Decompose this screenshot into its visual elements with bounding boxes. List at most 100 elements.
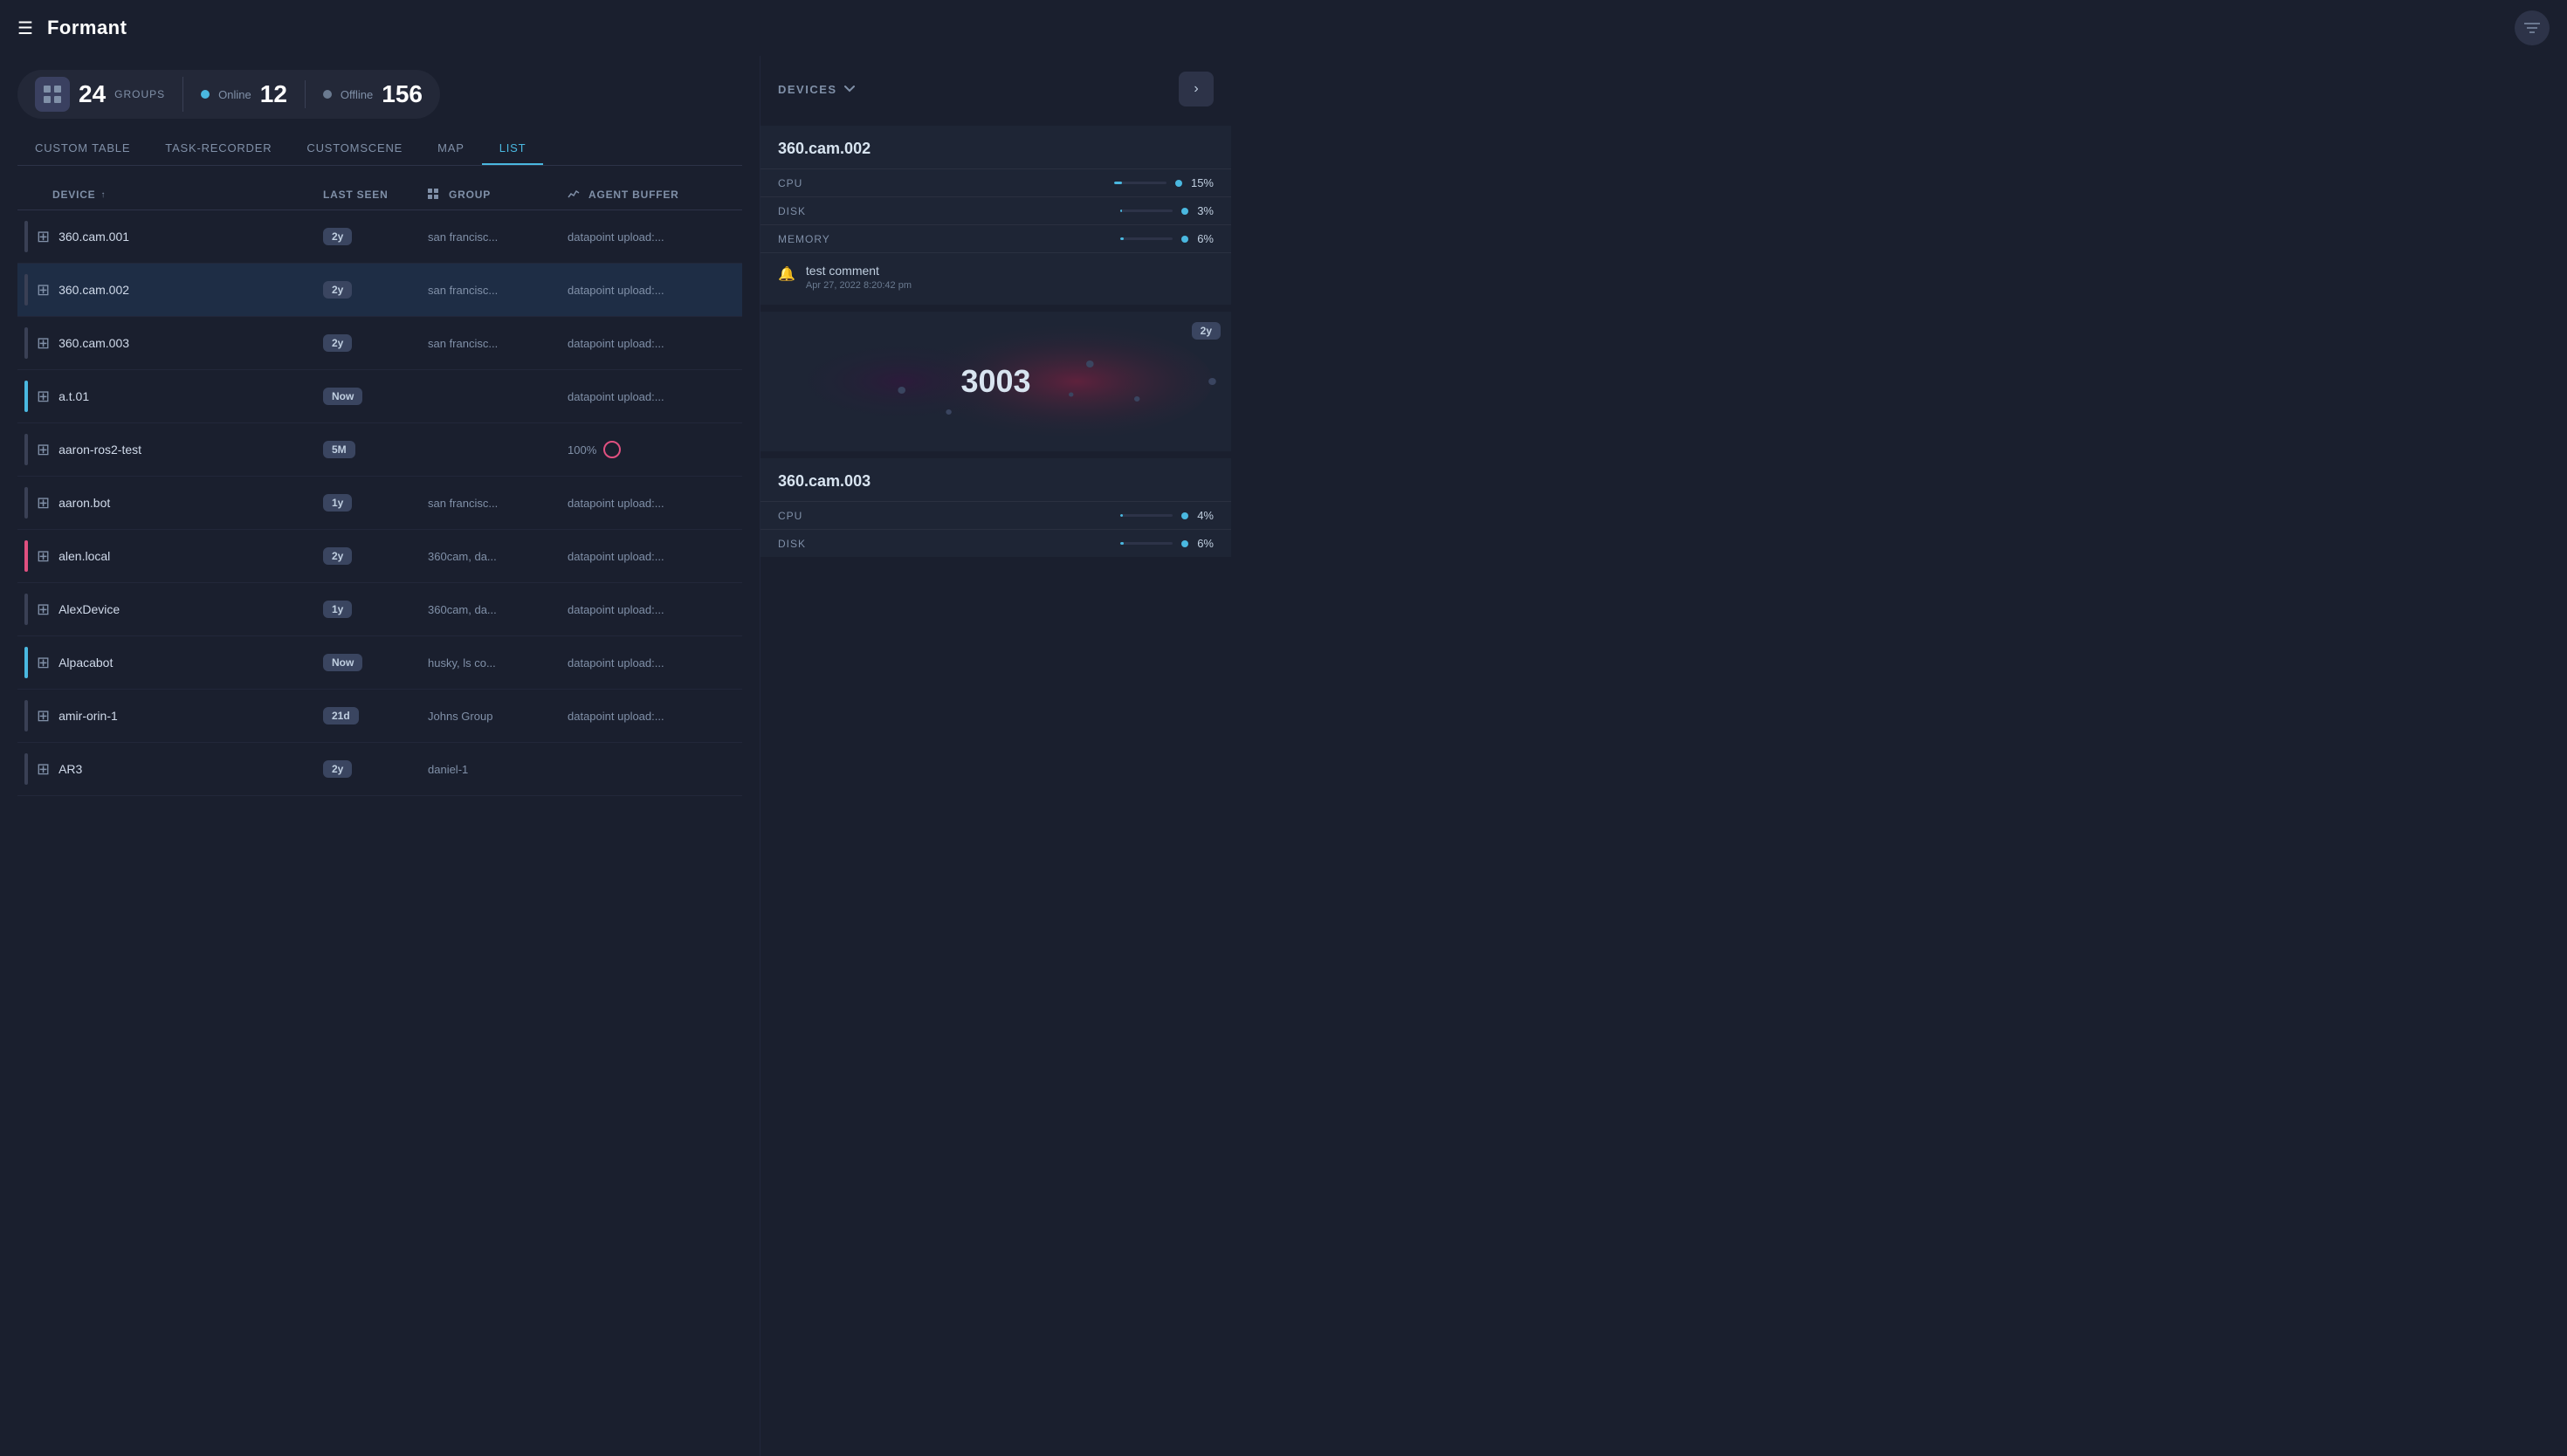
device-name-cell: ⊞ aaron.bot <box>17 487 323 519</box>
stat-bar-container: 15% <box>1114 176 1214 189</box>
tab-customscene[interactable]: CUSTOMSCENE <box>289 133 420 165</box>
device-name-cell: ⊞ aaron-ros2-test <box>17 434 323 465</box>
device-label: 360.cam.003 <box>58 336 129 350</box>
tab-list[interactable]: LIST <box>482 133 544 165</box>
stat-name-disk: DISK <box>778 538 806 550</box>
tabs: CUSTOM TABLE TASK-RECORDER CUSTOMSCENE M… <box>17 133 742 166</box>
table-row[interactable]: ⊞ Alpacabot Now husky, ls co... datapoin… <box>17 636 742 690</box>
disk-value: 3% <box>1197 204 1214 217</box>
stat-bar-container: 3% <box>1120 204 1214 217</box>
agent-cell: datapoint upload:... <box>568 550 742 563</box>
row-indicator <box>24 753 28 785</box>
badge: 2y <box>323 281 352 299</box>
table-row[interactable]: ⊞ 360.cam.001 2y san francisc... datapoi… <box>17 210 742 264</box>
agent-cell: datapoint upload:... <box>568 337 742 350</box>
table-row[interactable]: ⊞ AR3 2y daniel-1 <box>17 743 742 796</box>
stats-bar: 24 GROUPS Online 12 Offline 156 <box>17 70 440 119</box>
devices-header: DEVICES › <box>760 56 1231 122</box>
row-indicator <box>24 647 28 678</box>
table-row[interactable]: ⊞ AlexDevice 1y 360cam, da... datapoint … <box>17 583 742 636</box>
badge: 2y <box>323 334 352 352</box>
memory-dot <box>1181 236 1188 243</box>
device-icon: ⊞ <box>37 707 50 725</box>
cpu-value: 4% <box>1197 509 1214 522</box>
device-icon: ⊞ <box>37 547 50 566</box>
last-seen-cell: Now <box>323 388 428 405</box>
app-logo: Formant <box>47 17 127 39</box>
device-icon: ⊞ <box>37 228 50 246</box>
group-cell: san francisc... <box>428 337 568 350</box>
stat-row-memory: MEMORY 6% <box>760 224 1231 252</box>
row-indicator <box>24 221 28 252</box>
col-device[interactable]: DEVICE ↑ <box>17 189 323 201</box>
device-name-cell: ⊞ Alpacabot <box>17 647 323 678</box>
device-card-360cam002: 360.cam.002 CPU 15% DISK <box>760 126 1231 305</box>
table-row[interactable]: ⊞ aaron.bot 1y san francisc... datapoint… <box>17 477 742 530</box>
table-row[interactable]: ⊞ a.t.01 Now datapoint upload:... <box>17 370 742 423</box>
device-card-title: 360.cam.002 <box>760 126 1231 168</box>
device-name-cell: ⊞ AR3 <box>17 753 323 785</box>
device-icon: ⊞ <box>37 441 50 459</box>
device-label: aaron-ros2-test <box>58 443 141 457</box>
device-label: AR3 <box>58 762 82 776</box>
stat-name-disk: DISK <box>778 205 806 217</box>
filter-button[interactable] <box>2515 10 2550 45</box>
badge: Now <box>323 654 362 671</box>
tab-map[interactable]: MAP <box>420 133 482 165</box>
device-card-360cam003: 360.cam.003 CPU 4% DISK <box>760 458 1231 557</box>
viz-card: 2y 3003 <box>760 312 1231 451</box>
device-label: AlexDevice <box>58 602 120 616</box>
disk-bar-fill <box>1120 209 1122 212</box>
sort-arrow-device: ↑ <box>100 190 106 200</box>
last-seen-cell: 2y <box>323 334 428 352</box>
offline-dot <box>323 90 332 99</box>
tab-custom-table[interactable]: CUSTOM TABLE <box>17 133 148 165</box>
devices-title[interactable]: DEVICES <box>778 83 855 96</box>
hamburger-icon[interactable]: ☰ <box>17 17 33 39</box>
tab-task-recorder[interactable]: TASK-RECORDER <box>148 133 289 165</box>
col-last-seen: LAST SEEN <box>323 189 428 201</box>
device-name-cell: ⊞ amir-orin-1 <box>17 700 323 731</box>
chevron-down-icon <box>844 86 855 93</box>
device-icon: ⊞ <box>37 334 50 353</box>
circle-indicator <box>603 441 621 458</box>
last-seen-cell: 1y <box>323 601 428 618</box>
badge: 1y <box>323 601 352 618</box>
row-indicator <box>24 540 28 572</box>
col-device-label: DEVICE <box>52 189 95 201</box>
expand-button[interactable]: › <box>1179 72 1214 106</box>
col-group: GROUP <box>428 189 568 201</box>
table-row[interactable]: ⊞ amir-orin-1 21d Johns Group datapoint … <box>17 690 742 743</box>
group-cell: Johns Group <box>428 710 568 723</box>
device-icon: ⊞ <box>37 494 50 512</box>
stat-row-disk: DISK 6% <box>760 529 1231 557</box>
stats-offline: Offline 156 <box>306 80 423 108</box>
online-count: 12 <box>260 80 287 108</box>
offline-label: Offline <box>341 88 373 101</box>
row-indicator <box>24 381 28 412</box>
device-name-cell: ⊞ alen.local <box>17 540 323 572</box>
table-row[interactable]: ⊞ 360.cam.002 2y san francisc... datapoi… <box>17 264 742 317</box>
last-seen-cell: 2y <box>323 760 428 778</box>
table-row[interactable]: ⊞ 360.cam.003 2y san francisc... datapoi… <box>17 317 742 370</box>
cpu-bar-fill <box>1114 182 1122 184</box>
stat-name-memory: MEMORY <box>778 233 830 245</box>
row-indicator <box>24 700 28 731</box>
disk-value: 6% <box>1197 537 1214 550</box>
table-row[interactable]: ⊞ aaron-ros2-test 5M 100% <box>17 423 742 477</box>
group-cell: san francisc... <box>428 284 568 297</box>
memory-value: 6% <box>1197 232 1214 245</box>
cpu-dot <box>1175 180 1182 187</box>
device-name-cell: ⊞ 360.cam.001 <box>17 221 323 252</box>
agent-cell: 100% <box>568 441 742 458</box>
device-icon: ⊞ <box>37 388 50 406</box>
device-label: alen.local <box>58 549 110 563</box>
device-icon: ⊞ <box>37 760 50 779</box>
table-row[interactable]: ⊞ alen.local 2y 360cam, da... datapoint … <box>17 530 742 583</box>
row-indicator <box>24 487 28 519</box>
col-group-label: GROUP <box>449 189 491 201</box>
device-name-cell: ⊞ 360.cam.003 <box>17 327 323 359</box>
device-name-cell: ⊞ 360.cam.002 <box>17 274 323 306</box>
device-label: 360.cam.001 <box>58 230 129 244</box>
comment-date: Apr 27, 2022 8:20:42 pm <box>806 280 912 291</box>
